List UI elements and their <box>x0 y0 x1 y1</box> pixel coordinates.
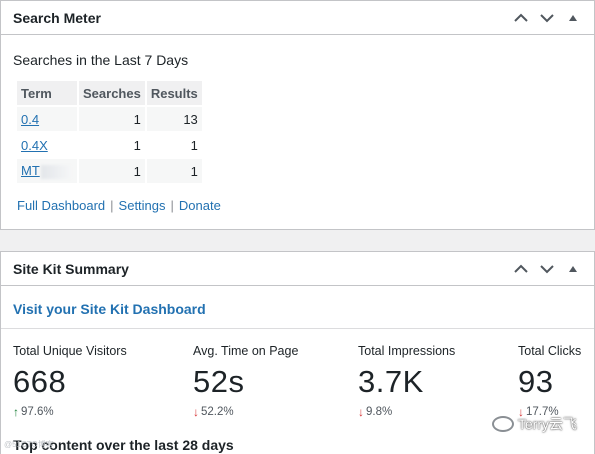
stat-value: 668 <box>13 364 67 399</box>
stat-change-value: 52.2% <box>201 406 234 418</box>
search-meter-controls <box>510 7 584 29</box>
divider <box>1 328 594 329</box>
redacted-blur <box>40 164 71 179</box>
watermark-left: @51CTO博客 <box>4 440 54 449</box>
stat-value: 3.7K <box>358 364 424 399</box>
stat-change-value: 9.8% <box>366 406 393 418</box>
watermark-right: Terry云飞 <box>491 414 577 434</box>
term-link[interactable]: 0.4 <box>21 112 39 127</box>
stat-total-impressions: Total Impressions 3.7K ↓ 9.8% <box>358 344 455 419</box>
term-cell: 0.4 <box>17 107 77 131</box>
triangle-up-icon <box>569 265 577 272</box>
term-cell: 0.4X <box>17 133 77 157</box>
search-meter-title: Search Meter <box>13 9 101 26</box>
table-header-row: Term Searches Results <box>17 81 202 105</box>
move-up-button[interactable] <box>510 258 532 280</box>
move-down-button[interactable] <box>536 258 558 280</box>
stat-label: Avg. Time on Page <box>193 344 299 358</box>
stat-avg-time: Avg. Time on Page 52s ↓ 52.2% <box>193 344 298 419</box>
stat-change: ↓ 52.2% <box>193 405 298 419</box>
move-up-button[interactable] <box>510 7 532 29</box>
column-searches: Searches <box>79 81 145 105</box>
results-cell: 13 <box>146 107 202 131</box>
stat-label: Total Clicks <box>518 344 582 358</box>
term-link[interactable]: 0.4X <box>21 138 48 153</box>
search-meter-links: Full Dashboard | Settings | Donate <box>17 198 221 213</box>
chevron-up-icon <box>514 13 528 22</box>
column-term: Term <box>17 81 77 105</box>
column-results: Results <box>146 81 202 105</box>
stat-change: ↓ 9.8% <box>358 405 455 419</box>
searches-cell: 1 <box>133 137 141 153</box>
arrow-down-icon: ↓ <box>193 405 199 419</box>
arrow-down-icon: ↓ <box>358 405 364 419</box>
watermark-text: Terry云飞 <box>517 416 577 432</box>
searches-cell: 1 <box>79 107 145 131</box>
chevron-up-icon <box>514 264 528 273</box>
search-meter-header: Search Meter <box>1 1 594 35</box>
donate-link[interactable]: Donate <box>179 198 221 213</box>
table-row: MT 1 1 <box>17 159 202 183</box>
results-cell: 1 <box>146 159 202 183</box>
site-kit-header: Site Kit Summary <box>1 252 594 286</box>
arrow-up-icon: ↑ <box>13 405 19 419</box>
move-down-button[interactable] <box>536 7 558 29</box>
stat-label: Total Unique Visitors <box>13 344 127 358</box>
term-cell: MT <box>17 159 77 183</box>
link-separator: | <box>110 198 114 213</box>
stat-value: 93 <box>518 364 554 399</box>
stat-unique-visitors: Total Unique Visitors 668 ↑ 97.6% <box>13 344 127 419</box>
table-row: 0.4 1 13 <box>17 107 202 131</box>
toggle-panel-button[interactable] <box>562 258 584 280</box>
table-row: 0.4X 1 1 <box>17 133 202 157</box>
site-kit-title: Site Kit Summary <box>13 260 129 277</box>
settings-link[interactable]: Settings <box>119 198 166 213</box>
stat-change-value: 97.6% <box>21 406 54 418</box>
term-link[interactable]: MT <box>21 163 40 178</box>
searches-table: Term Searches Results 0.4 1 13 0.4X 1 1 … <box>15 79 204 185</box>
chevron-down-icon <box>540 264 554 273</box>
chevron-down-icon <box>540 13 554 22</box>
search-meter-widget: Search Meter Searches in the Last 7 Days… <box>0 0 595 230</box>
site-kit-controls <box>510 258 584 280</box>
wechat-icon <box>491 416 514 432</box>
searches-heading: Searches in the Last 7 Days <box>13 52 189 68</box>
toggle-panel-button[interactable] <box>562 7 584 29</box>
stat-label: Total Impressions <box>358 344 456 358</box>
results-cell: 1 <box>190 137 198 153</box>
stat-change: ↑ 97.6% <box>13 405 127 419</box>
link-separator: | <box>170 198 174 213</box>
searches-cell: 1 <box>79 159 145 183</box>
triangle-up-icon <box>569 14 577 21</box>
site-kit-dashboard-link[interactable]: Visit your Site Kit Dashboard <box>13 301 206 317</box>
stat-total-clicks: Total Clicks 93 ↓ 17.7% <box>518 344 581 419</box>
stat-value: 52s <box>193 364 245 399</box>
full-dashboard-link[interactable]: Full Dashboard <box>17 198 105 213</box>
